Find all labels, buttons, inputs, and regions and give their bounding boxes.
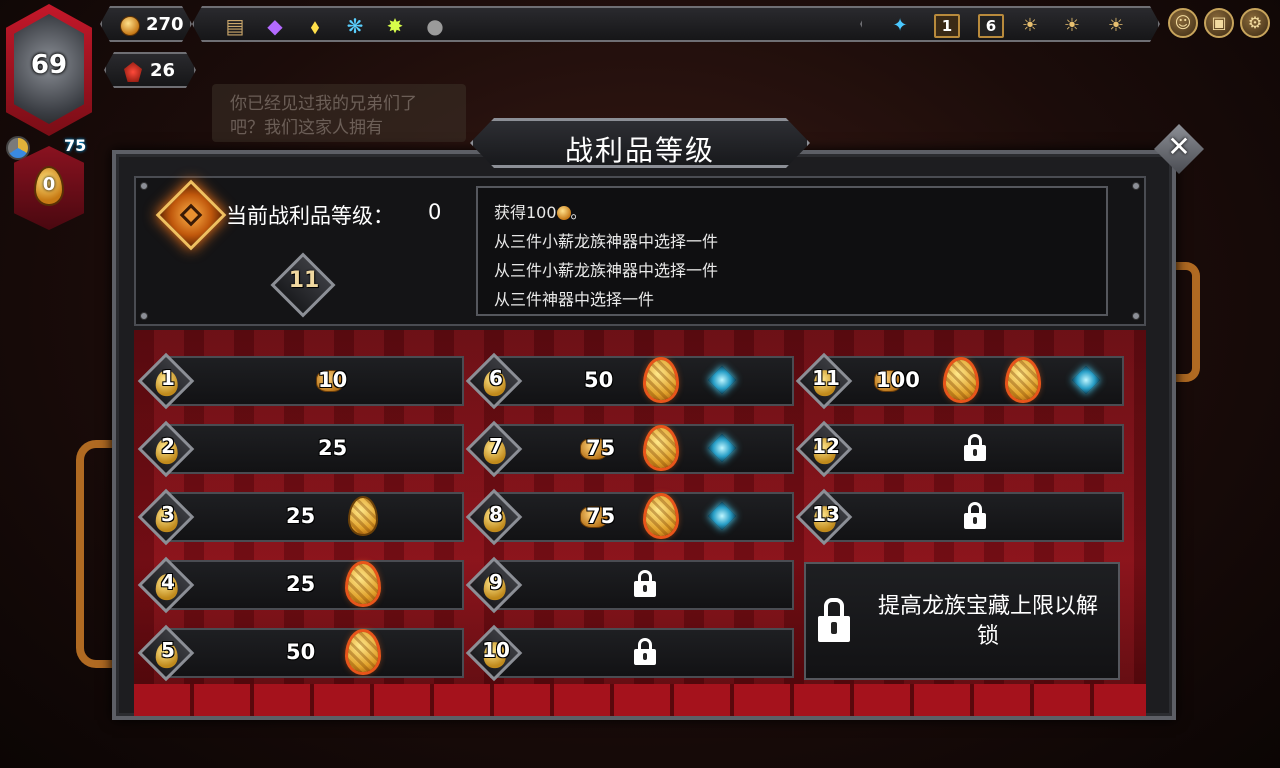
tier-number: 3 xyxy=(161,502,175,526)
tier-coin-reward: 75 xyxy=(586,504,616,528)
gem-count: 26 xyxy=(150,60,176,81)
tier-number: 4 xyxy=(161,570,175,594)
loot-tier-13[interactable]: 13 xyxy=(795,488,1124,546)
sun-medal-icon[interactable]: ☀ xyxy=(1016,13,1044,39)
loot-tier-9[interactable]: 9 xyxy=(465,556,794,614)
loot-tier-4[interactable]: 4 25 xyxy=(137,556,464,614)
coin-icon xyxy=(556,206,571,220)
dragon-egg-icon xyxy=(348,632,378,672)
blue-crystal-icon[interactable]: ✦ xyxy=(886,13,914,39)
book-icon[interactable]: 1 xyxy=(934,14,960,38)
loot-tier-2[interactable]: 2 25 xyxy=(137,420,464,478)
current-loot-level-label: 当前战利品等级： xyxy=(226,204,394,228)
dialog-title-plate: 战利品等级 xyxy=(470,118,810,168)
egg-count: 0 xyxy=(42,174,56,195)
unlock-hint-text: 提高龙族宝藏上限以解锁 xyxy=(877,594,1098,649)
tier-coin-reward: 50 xyxy=(584,368,614,392)
reward-line: 从三件小薪龙族神器中选择一件 xyxy=(494,232,719,251)
tier-coin-reward: 25 xyxy=(286,572,316,596)
player-level: 69 xyxy=(30,50,68,80)
loot-tier-8[interactable]: 8 75 xyxy=(465,488,794,546)
coin-icon xyxy=(120,16,140,36)
dragon-egg-icon xyxy=(348,496,378,536)
lock-icon xyxy=(634,570,656,597)
loot-tier-3[interactable]: 3 25 xyxy=(137,488,464,546)
lock-icon xyxy=(634,638,656,665)
shard-count: 75 xyxy=(64,136,87,155)
profile-button[interactable]: ☺ xyxy=(1168,8,1198,38)
top-resource-bar: 270 ▤ ◆ ⬧ ❋ ✸ ● ✦ 1 6 ☀ ☀ ☀ ☺ ▣ ⚙ xyxy=(100,4,1280,44)
tier-number: 9 xyxy=(489,570,503,594)
next-level-badge: 11 xyxy=(288,268,320,293)
dragon-egg-icon xyxy=(348,564,378,604)
loot-tier-6[interactable]: 6 50 xyxy=(465,352,794,410)
artifact-bar[interactable]: ▤ ◆ ⬧ ❋ ✸ ● xyxy=(192,6,882,42)
map-scroll-icon[interactable]: ▤ xyxy=(222,14,248,38)
tier-coin-reward: 25 xyxy=(286,504,316,528)
current-loot-level-value: 0 xyxy=(428,200,442,224)
lock-icon xyxy=(818,598,850,644)
face-medal-icon[interactable]: ☀ xyxy=(1058,13,1086,39)
tier-number: 1 xyxy=(161,366,175,390)
curtain-fringe xyxy=(134,684,1146,716)
tier-number: 13 xyxy=(812,502,840,526)
tri-orb-icon xyxy=(6,136,30,160)
dragon-egg-icon xyxy=(646,428,676,468)
dragon-egg-icon xyxy=(946,360,976,400)
tier-number: 2 xyxy=(161,434,175,458)
coin-counter: 270 xyxy=(100,6,192,42)
tier-coin-reward: 50 xyxy=(286,640,316,664)
gem-counter: 26 xyxy=(104,52,196,88)
egg-slot[interactable]: 0 xyxy=(14,146,84,230)
coin-count: 270 xyxy=(146,14,184,35)
lightning-icon[interactable]: ✸ xyxy=(382,14,408,38)
relic-bar[interactable]: ✦ 1 6 ☀ ☀ ☀ xyxy=(860,6,1160,42)
reward-line: 获得100。 xyxy=(494,203,587,222)
dragon-egg-icon xyxy=(646,496,676,536)
settings-gear-icon[interactable]: ⚙ xyxy=(1240,8,1270,38)
tier-number: 10 xyxy=(482,638,510,662)
tier-coin-reward: 75 xyxy=(586,436,616,460)
blue-rune-icon[interactable]: ❋ xyxy=(342,14,368,38)
scroll-icon[interactable]: 6 xyxy=(978,14,1004,38)
loot-tier-12[interactable]: 12 xyxy=(795,420,1124,478)
loot-tier-5[interactable]: 5 50 xyxy=(137,624,464,682)
copper-pipe-right xyxy=(1172,262,1200,382)
background-speech-bubble: 你已经见过我的兄弟们了吧？我们这家人拥有 xyxy=(212,84,466,142)
yellow-gem-icon[interactable]: ⬧ xyxy=(302,14,328,38)
loot-tier-11[interactable]: 11 100 xyxy=(795,352,1124,410)
rewards-list: 获得100。 从三件小薪龙族神器中选择一件 从三件小薪龙族神器中选择一件 从三件… xyxy=(476,186,1108,316)
stone-tablet-icon[interactable]: ● xyxy=(422,14,448,38)
dragon-egg-icon xyxy=(646,360,676,400)
tier-number: 12 xyxy=(812,434,840,458)
loot-tier-10[interactable]: 10 xyxy=(465,624,794,682)
tier-coin-reward: 100 xyxy=(876,368,920,392)
tier-number: 8 xyxy=(489,502,503,526)
red-gem-icon xyxy=(124,62,142,82)
tier-number: 7 xyxy=(489,434,503,458)
loot-tier-7[interactable]: 7 75 xyxy=(465,420,794,478)
tier-number: 6 xyxy=(489,366,503,390)
journal-button[interactable]: ▣ xyxy=(1204,8,1234,38)
player-avatar[interactable]: 69 xyxy=(6,4,92,136)
purple-crystal-icon[interactable]: ◆ xyxy=(262,14,288,38)
tier-number: 5 xyxy=(161,638,175,662)
reward-line: 从三件小薪龙族神器中选择一件 xyxy=(494,261,719,280)
loot-tier-1[interactable]: 1 10 xyxy=(137,352,464,410)
dragon-egg-icon xyxy=(1008,360,1038,400)
tier-coin-reward: 25 xyxy=(318,436,348,460)
reward-line: 从三件神器中选择一件 xyxy=(494,290,655,309)
tier-coin-reward: 10 xyxy=(318,368,348,392)
wing-medal-icon[interactable]: ☀ xyxy=(1102,13,1130,39)
dialog-title: 战利品等级 xyxy=(564,134,715,167)
lock-icon xyxy=(964,502,986,529)
lock-icon xyxy=(964,434,986,461)
tier-number: 11 xyxy=(812,366,840,390)
